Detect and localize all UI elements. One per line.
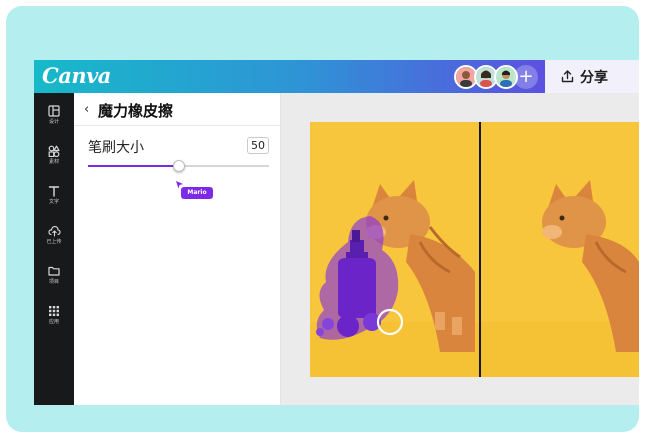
panel-header: ‹ 魔力橡皮擦 <box>74 93 281 126</box>
sidebar-item-uploads[interactable]: 已上传 <box>34 221 74 257</box>
sidebar-item-label: 项目 <box>48 279 59 285</box>
design-canvas-area <box>281 93 639 405</box>
brush-size-label: 笔刷大小 <box>88 140 144 156</box>
canva-editor-window: Canva + 分享 设计 素材 文字 已上传 项目 应用 ‹ 魔力橡皮擦 笔刷… <box>34 60 639 405</box>
brush-size-slider-fill <box>88 165 179 167</box>
sidebar-item-apps[interactable]: 应用 <box>34 301 74 337</box>
top-bar: Canva + 分享 <box>34 60 639 93</box>
canva-logo[interactable]: Canva <box>42 63 111 88</box>
share-upload-icon <box>561 70 574 83</box>
upload-cloud-icon <box>47 226 61 237</box>
share-button[interactable]: 分享 <box>553 64 616 89</box>
add-collaborator-button[interactable]: + <box>514 65 538 89</box>
sidebar-item-design[interactable]: 设计 <box>34 101 74 137</box>
share-area: 分享 <box>545 60 639 93</box>
sidebar-item-label: 设计 <box>48 119 59 125</box>
sidebar-item-projects[interactable]: 项目 <box>34 261 74 297</box>
sidebar-item-label: 素材 <box>48 159 59 165</box>
brush-size-input[interactable]: 50 <box>247 137 269 154</box>
brush-size-slider-handle[interactable] <box>173 160 185 172</box>
sidebar-item-label: 文字 <box>48 199 59 205</box>
apps-grid-icon <box>49 306 59 316</box>
back-chevron-icon[interactable]: ‹ <box>84 103 89 116</box>
sidebar-item-label: 已上传 <box>46 239 62 245</box>
share-label: 分享 <box>580 69 608 86</box>
elements-icon <box>48 145 60 157</box>
text-icon <box>48 186 60 197</box>
panel-title: 魔力橡皮擦 <box>98 102 174 120</box>
cat-photo-canvas[interactable] <box>310 122 639 377</box>
sidebar-item-elements[interactable]: 素材 <box>34 141 74 177</box>
sidebar-item-label: 应用 <box>48 319 59 325</box>
brush-size-slider[interactable] <box>88 160 269 172</box>
collaborator-cursor-label: Mario <box>181 187 213 199</box>
magic-eraser-panel: ‹ 魔力橡皮擦 笔刷大小 50 <box>74 93 281 405</box>
sidebar-item-text[interactable]: 文字 <box>34 181 74 217</box>
left-sidebar: 设计 素材 文字 已上传 项目 应用 <box>34 93 74 405</box>
layout-icon <box>48 105 60 117</box>
folder-icon <box>48 266 60 276</box>
